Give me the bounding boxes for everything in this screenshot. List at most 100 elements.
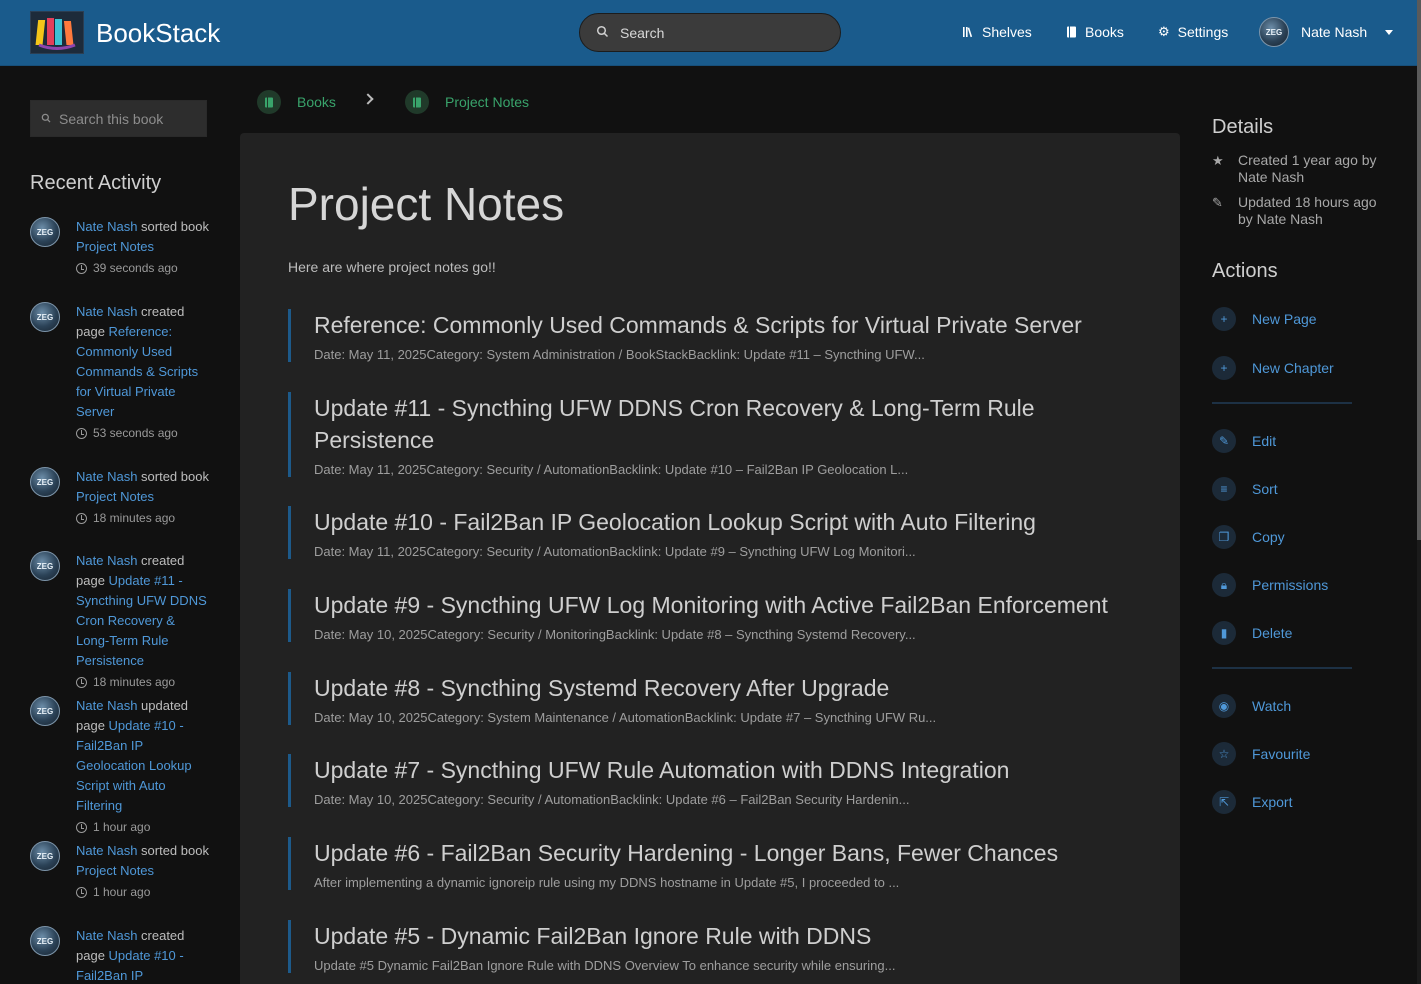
activity-target-link[interactable]: Project Notes [76,489,154,504]
pencil-icon: ✎ [1212,429,1236,453]
entry-snippet: Date: May 10, 2025Category: System Maint… [314,710,937,725]
chevron-right-icon [362,93,374,105]
created-text: Created 1 year ago by Nate Nash [1238,152,1377,185]
activity-user-link[interactable]: Nate Nash [76,469,137,484]
activity-user-link[interactable]: Nate Nash [76,698,137,713]
activity-user-link[interactable]: Nate Nash [76,928,137,943]
entry-title[interactable]: Update #7 - Syncthing UFW Rule Automatio… [314,754,1138,786]
activity-user-link[interactable]: Nate Nash [76,843,137,858]
search-icon [41,113,51,123]
recent-activity-heading: Recent Activity [30,172,162,194]
entry-title[interactable]: Update #9 - Syncthing UFW Log Monitoring… [314,589,1138,621]
watch-button[interactable]: ◉ Watch [1212,694,1291,718]
list-item[interactable]: Update #5 - Dynamic Fail2Ban Ignore Rule… [288,920,1138,973]
shelves-icon [963,27,973,38]
clock-icon [76,676,87,688]
nav-books[interactable]: Books [1066,24,1124,40]
entry-title[interactable]: Update #6 - Fail2Ban Security Hardening … [314,837,1138,869]
favourite-button[interactable]: ☆ Favourite [1212,742,1310,766]
list-item[interactable]: Update #7 - Syncthing UFW Rule Automatio… [288,754,1138,807]
updated-info: ✎ Updated 18 hours ago by Nate Nash [1212,194,1392,228]
bookstack-logo[interactable] [30,11,84,54]
gear-icon: ⚙ [1158,24,1170,39]
delete-button[interactable]: ▮ Delete [1212,621,1292,645]
entry-title[interactable]: Reference: Commonly Used Commands & Scri… [314,309,1138,341]
user-menu[interactable]: ZEG Nate Nash [1259,17,1394,47]
app-title[interactable]: BookStack [96,18,220,49]
new-chapter-label: New Chapter [1252,360,1334,376]
breadcrumb-current[interactable]: Project Notes [405,90,529,114]
list-item[interactable]: Update #9 - Syncthing UFW Log Monitoring… [288,589,1138,642]
activity-time-text: 53 seconds ago [93,426,178,440]
clock-icon [76,512,87,524]
list-item[interactable]: Update #11 - Syncthing UFW DDNS Cron Rec… [288,392,1138,477]
avatar: ZEG [30,467,60,497]
activity-action: sorted book [137,219,209,234]
sort-icon: ≡ [1212,477,1236,501]
entry-title[interactable]: Update #8 - Syncthing Systemd Recovery A… [314,672,1138,704]
export-icon: ⇱ [1212,790,1236,814]
list-item[interactable]: Update #10 - Fail2Ban IP Geolocation Loo… [288,506,1138,559]
scrollbar-thumb[interactable] [1417,0,1421,540]
star-icon: ★ [1212,153,1224,168]
list-item[interactable]: Update #8 - Syncthing Systemd Recovery A… [288,672,1138,725]
entry-title[interactable]: Update #5 - Dynamic Fail2Ban Ignore Rule… [314,920,1138,952]
permissions-button[interactable]: 🔒︎ Permissions [1212,573,1328,597]
sort-button[interactable]: ≡ Sort [1212,477,1278,501]
created-info: ★ Created 1 year ago by Nate Nash [1212,152,1392,186]
chevron-down-icon [1385,29,1394,35]
list-item[interactable]: Reference: Commonly Used Commands & Scri… [288,309,1138,362]
nav-books-label: Books [1085,24,1124,40]
divider [1212,402,1352,404]
export-button[interactable]: ⇱ Export [1212,790,1292,814]
activity-time: 18 minutes ago [76,508,210,528]
activity-target-link[interactable]: Project Notes [76,239,154,254]
sort-label: Sort [1252,481,1278,497]
entry-title[interactable]: Update #10 - Fail2Ban IP Geolocation Loo… [314,506,1138,538]
nav-shelves[interactable]: Shelves [962,24,1032,40]
search-input[interactable] [620,23,820,43]
copy-button[interactable]: ❐ Copy [1212,525,1285,549]
entry-title[interactable]: Update #11 - Syncthing UFW DDNS Cron Rec… [314,392,1138,456]
activity-user-link[interactable]: Nate Nash [76,304,137,319]
activity-time: 1 hour ago [76,817,210,837]
nav-settings[interactable]: ⚙ Settings [1158,24,1228,40]
delete-label: Delete [1252,625,1293,641]
favourite-label: Favourite [1252,746,1311,762]
edit-button[interactable]: ✎ Edit [1212,429,1276,453]
edit-label: Edit [1252,433,1277,449]
book-icon [1067,26,1076,38]
global-search[interactable] [579,13,841,52]
breadcrumb-current-label: Project Notes [445,94,530,110]
trash-icon: ▮ [1212,621,1236,645]
updated-text: Updated 18 hours ago by Nate Nash [1238,194,1377,227]
activity-time-text: 1 hour ago [93,885,151,899]
page-title: Project Notes [288,178,565,230]
clock-icon [76,262,87,274]
actions-heading: Actions [1212,260,1278,282]
plus-icon: + [1212,356,1236,380]
plus-icon: + [1212,307,1236,331]
list-item[interactable]: Update #6 - Fail2Ban Security Hardening … [288,837,1138,890]
user-avatar: ZEG [1259,17,1289,47]
activity-target-link[interactable]: Project Notes [76,863,154,878]
book-search[interactable] [30,100,207,137]
nav-shelves-label: Shelves [982,24,1032,40]
new-page-button[interactable]: + New Page [1212,307,1317,331]
activity-time: 53 seconds ago [76,423,210,443]
avatar: ZEG [30,551,60,581]
activity-user-link[interactable]: Nate Nash [76,553,137,568]
activity-time-text: 1 hour ago [93,820,151,834]
copy-icon: ❐ [1212,525,1236,549]
activity-user-link[interactable]: Nate Nash [76,219,137,234]
activity-time-text: 18 minutes ago [93,511,176,525]
book-search-input[interactable] [59,111,199,127]
new-chapter-button[interactable]: + New Chapter [1212,356,1334,380]
new-page-label: New Page [1252,311,1317,327]
search-icon [596,25,609,38]
divider [1212,667,1352,669]
book-icon [405,90,429,114]
breadcrumb-books[interactable]: Books [257,90,336,114]
permissions-label: Permissions [1252,577,1329,593]
entry-snippet: After implementing a dynamic ignoreip ru… [314,875,900,890]
